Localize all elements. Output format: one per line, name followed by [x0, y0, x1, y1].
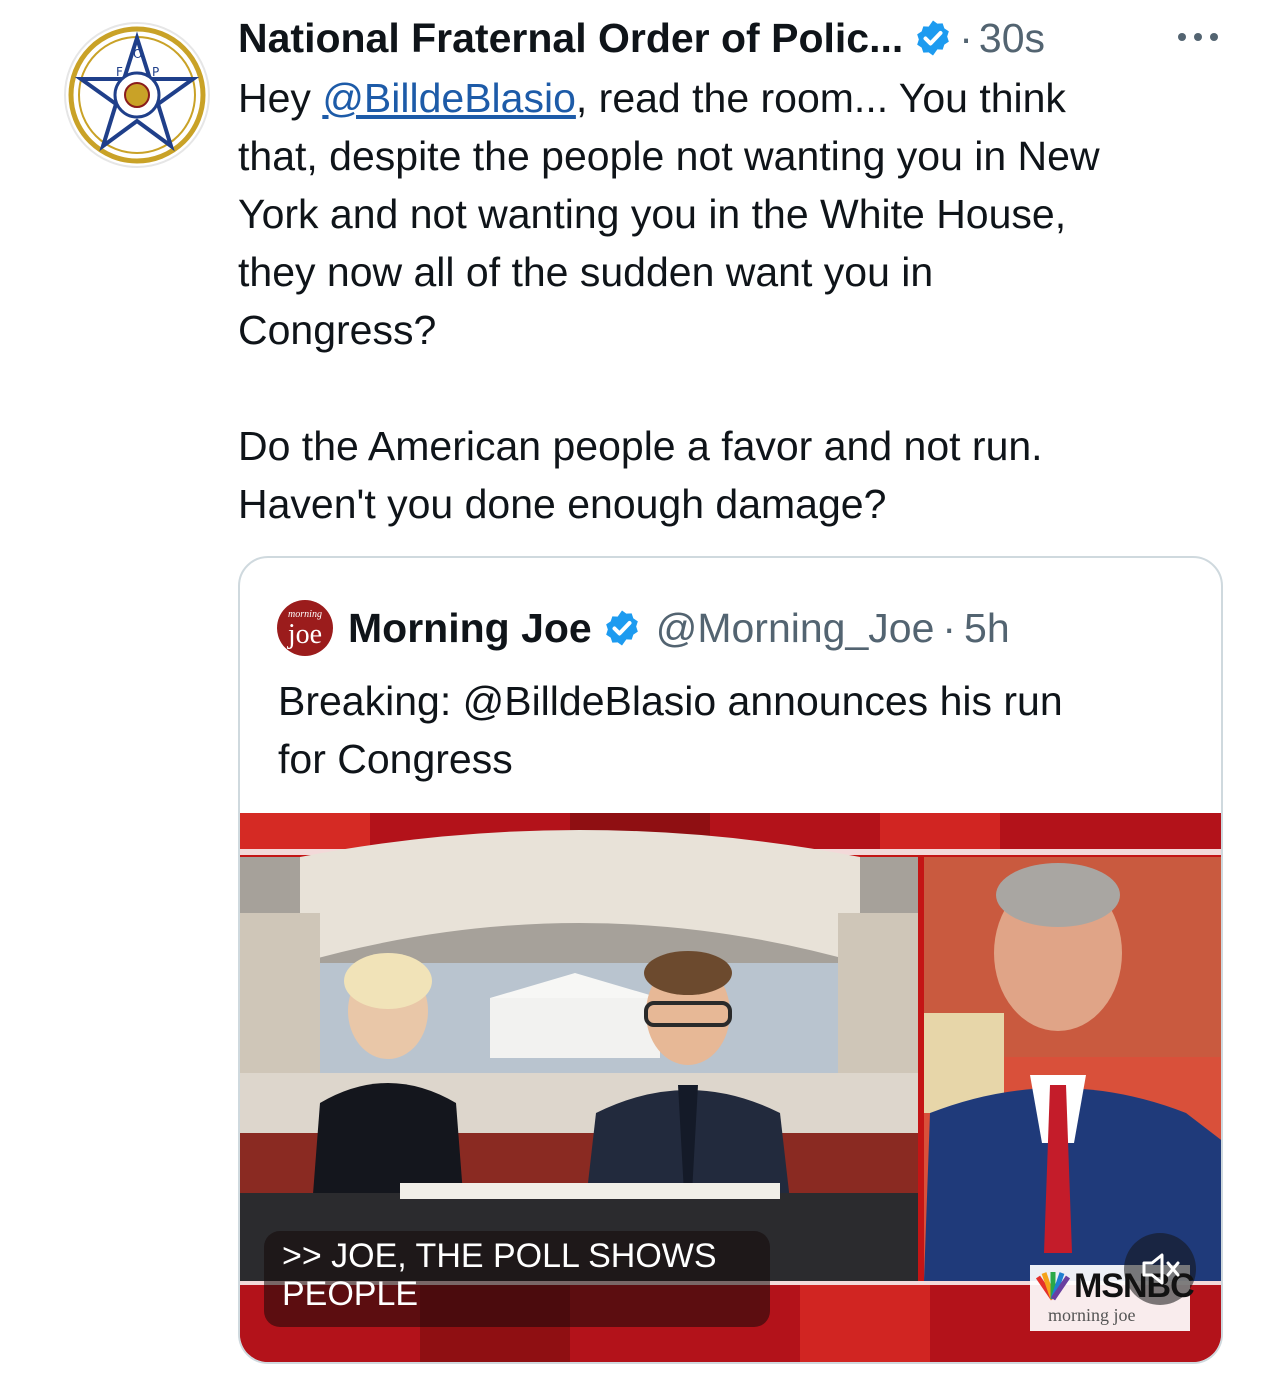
tweet-text-prefix: Hey: [238, 75, 323, 121]
morning-joe-logo-icon[interactable]: morning joe: [276, 599, 334, 657]
mute-button[interactable]: [1124, 1233, 1196, 1305]
more-options-icon[interactable]: [1172, 22, 1224, 52]
video-player[interactable]: >> JOE, THE POLL SHOWS PEOPLE MSNBC morn…: [240, 813, 1221, 1362]
mention-link[interactable]: @BilldeBlasio: [322, 75, 576, 121]
logo-big-text: joe: [287, 619, 322, 650]
tweet-timestamp[interactable]: 30s: [979, 15, 1045, 62]
peacock-icon: [1035, 1272, 1071, 1301]
tweet-text-body: , read the room... You think that, despi…: [238, 75, 1100, 527]
quoted-tweet-text: Breaking: @BilldeBlasio announces his ru…: [278, 678, 1063, 782]
author-name[interactable]: National Fraternal Order of Polic...: [238, 15, 903, 62]
fop-seal-icon: F O P: [68, 26, 206, 164]
seal-letter-p: P: [152, 65, 159, 79]
author-avatar[interactable]: F O P: [64, 22, 210, 168]
video-caption: >> JOE, THE POLL SHOWS PEOPLE: [264, 1231, 770, 1327]
show-name: morning joe: [1048, 1305, 1136, 1325]
quoted-author-name[interactable]: Morning Joe: [348, 605, 592, 652]
quoted-separator: ·: [942, 604, 957, 651]
quoted-author-handle[interactable]: @Morning_Joe: [656, 605, 935, 652]
tweet-text: Hey @BilldeBlasio, read the room... You …: [238, 69, 1238, 533]
header-separator: ·: [959, 14, 973, 61]
mute-icon: [1142, 1253, 1180, 1285]
video-caption-text: >> JOE, THE POLL SHOWS PEOPLE: [282, 1237, 717, 1313]
tweet-header: National Fraternal Order of Polic... · 3…: [238, 12, 1045, 64]
seal-letter-f: F: [116, 65, 123, 79]
quoted-tweet-card[interactable]: morning joe Morning Joe @Morning_Joe · 5…: [238, 556, 1223, 1364]
seal-letter-o: O: [133, 47, 142, 61]
verified-badge-icon: [913, 18, 953, 58]
verified-badge-icon: [602, 608, 642, 648]
quoted-tweet-header: morning joe Morning Joe @Morning_Joe · 5…: [276, 598, 1010, 658]
quoted-timestamp[interactable]: 5h: [964, 605, 1010, 652]
